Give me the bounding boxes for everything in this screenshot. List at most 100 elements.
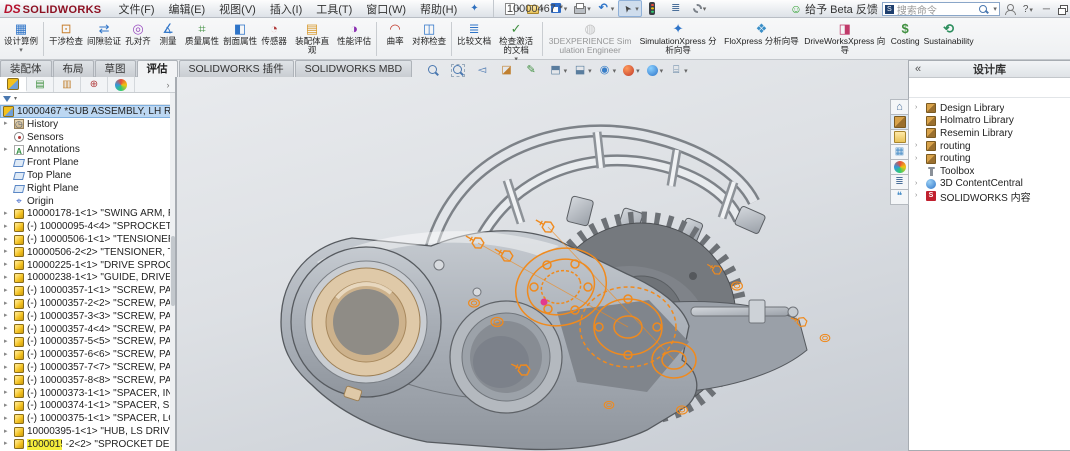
tree-item[interactable]: ▸ (-) 10000375-1<1> "SPACER, LONG O: [0, 412, 175, 425]
ribbon-button[interactable]: 干涉检查 ▾: [47, 20, 85, 55]
heads-up-button[interactable]: ▾: [572, 63, 593, 78]
command-tab[interactable]: 布局: [52, 60, 94, 77]
expand-arrow-icon[interactable]: ›: [915, 178, 922, 190]
help-button[interactable]: ?▾: [1020, 4, 1036, 15]
design-library-item[interactable]: › SOLIDWORKS 内容: [909, 190, 1070, 203]
command-tab[interactable]: SOLIDWORKS 插件: [178, 60, 294, 77]
task-pane-tab[interactable]: [890, 129, 909, 145]
heads-up-button[interactable]: ▾: [450, 63, 471, 78]
tree-item[interactable]: ▸ 10000395-1<1> "HUB, LS DRIVE SPRC: [0, 425, 175, 438]
expand-arrow-icon[interactable]: ▸: [4, 310, 11, 322]
panel-flyout-arrow-icon[interactable]: ›: [161, 77, 175, 92]
tree-item[interactable]: ▸ Right Plane: [0, 182, 175, 195]
ribbon-button[interactable]: 孔对齐 ▾: [123, 20, 153, 55]
heads-up-button[interactable]: ▾: [425, 63, 446, 78]
ribbon-button[interactable]: Costing ▾: [889, 20, 922, 55]
dropdown-caret-icon[interactable]: ▾: [564, 67, 568, 75]
ribbon-button[interactable]: 曲率 ▾: [380, 20, 410, 55]
heads-up-button[interactable]: ▾: [621, 63, 641, 78]
expand-arrow-icon[interactable]: ▸: [4, 144, 11, 156]
task-pane-tab[interactable]: [890, 159, 909, 175]
tree-item[interactable]: ▸ Top Plane: [0, 169, 175, 182]
design-library-item[interactable]: › routing: [909, 152, 1070, 165]
tree-item[interactable]: ▸ Front Plane: [0, 156, 175, 169]
design-library-item[interactable]: › 3D ContentCentral: [909, 178, 1070, 191]
ribbon-button[interactable]: 间隙验证 ▾: [85, 20, 123, 55]
dropdown-caret-icon[interactable]: ▾: [636, 67, 640, 75]
expand-arrow-icon[interactable]: ▸: [4, 349, 11, 361]
tree-item[interactable]: ▸ Sensors: [0, 131, 175, 144]
ribbon-button[interactable]: 装配体直观 ▾: [289, 20, 335, 64]
menu-item[interactable]: 文件(F): [111, 1, 161, 17]
design-library-tool[interactable]: [1041, 81, 1054, 94]
dropdown-caret-icon[interactable]: ▾: [684, 67, 688, 75]
expand-arrow-icon[interactable]: ›: [915, 140, 922, 152]
restore-button[interactable]: [1057, 4, 1068, 15]
design-library-tool[interactable]: [1023, 81, 1036, 94]
quick-access-button[interactable]: ▾: [595, 1, 617, 16]
tree-item[interactable]: ▸ (-) 10000357-3<3> "SCREW, PARTICLE: [0, 310, 175, 323]
expand-arrow-icon[interactable]: ▸: [4, 426, 11, 438]
ribbon-button[interactable]: 3DEXPERIENCE Simulation Engineer ▾: [546, 20, 634, 64]
expand-arrow-icon[interactable]: ▸: [4, 208, 11, 220]
ribbon-button[interactable]: SimulationXpress 分析向导 ▾: [634, 20, 722, 64]
ribbon-button[interactable]: Sustainability ▾: [922, 20, 976, 55]
menu-item[interactable]: 帮助(H): [413, 1, 464, 17]
heads-up-button[interactable]: ▾: [668, 63, 689, 78]
task-pane-tab[interactable]: [890, 114, 909, 130]
expand-arrow-icon[interactable]: ▸: [4, 374, 11, 386]
command-tab[interactable]: 装配体: [0, 60, 52, 77]
tree-item[interactable]: ▸ 10000238-1<1> "GUIDE, DRIVE TRACI: [0, 272, 175, 285]
ribbon-button[interactable]: 设计算例 ▾: [2, 20, 40, 55]
expand-arrow-icon[interactable]: ▸: [4, 362, 11, 374]
tree-item[interactable]: ▸ (-) 10000095-4<4> "SPROCKET, 45 TC: [0, 220, 175, 233]
design-library-tool[interactable]: [969, 81, 982, 94]
design-library-tool[interactable]: [915, 81, 928, 94]
tree-item[interactable]: ▸ (-) 10000357-7<7> "SCREW, PARTICLE: [0, 361, 175, 374]
ribbon-button[interactable]: ▾: [542, 22, 544, 56]
design-library-item[interactable]: › routing: [909, 140, 1070, 153]
expand-arrow-icon[interactable]: ›: [915, 102, 922, 114]
user-account-icon[interactable]: [1004, 3, 1017, 15]
task-pane-tab[interactable]: [890, 174, 909, 190]
scrollbar-thumb[interactable]: [170, 236, 175, 307]
ribbon-button[interactable]: 检查激活的文档 ▾: [493, 20, 539, 64]
command-tab[interactable]: 草图: [94, 60, 136, 77]
ribbon-button[interactable]: 剖面属性 ▾: [221, 20, 259, 55]
ribbon-button[interactable]: 比较文档 ▾: [455, 20, 493, 55]
dropdown-caret-icon[interactable]: ▾: [660, 67, 664, 75]
feature-manager-tab[interactable]: [81, 77, 108, 92]
tree-item[interactable]: ▸ Origin: [0, 195, 175, 208]
tree-item[interactable]: ▸ (-) 10000373-1<1> "SPACER, INNER D: [0, 387, 175, 400]
expand-arrow-icon[interactable]: ›: [915, 153, 922, 165]
tree-item[interactable]: ▸ 10000225-1<1> "DRIVE SPROCKET, TI: [0, 259, 175, 272]
expand-arrow-icon[interactable]: ▸: [4, 323, 11, 335]
quick-access-button[interactable]: ▾: [571, 1, 593, 16]
expand-arrow-icon[interactable]: ▸: [4, 413, 11, 425]
expand-arrow-icon[interactable]: ▸: [4, 234, 11, 246]
expand-arrow-icon[interactable]: ▸: [4, 387, 11, 399]
tree-item[interactable]: ▸ (-) 10000357-1<1> "SCREW, PARTICLE: [0, 284, 175, 297]
design-library-item[interactable]: › Design Library: [909, 102, 1070, 115]
dropdown-caret-icon[interactable]: ▾: [19, 46, 23, 54]
design-library-item[interactable]: › Toolbox: [909, 165, 1070, 178]
feature-manager-tab[interactable]: [0, 77, 27, 92]
ribbon-button[interactable]: ▾: [43, 22, 45, 56]
viewport-window-button[interactable]: [839, 63, 852, 75]
task-pane-tab[interactable]: [890, 144, 909, 160]
heads-up-button[interactable]: ▾: [499, 63, 520, 78]
feature-manager-tab[interactable]: [27, 77, 54, 92]
ribbon-button[interactable]: 质量属性 ▾: [183, 20, 221, 55]
design-library-item[interactable]: › Resemin Library: [909, 127, 1070, 140]
task-pane-tab[interactable]: [890, 99, 909, 115]
dropdown-caret-icon[interactable]: ▾: [611, 5, 615, 13]
expand-arrow-icon[interactable]: ▸: [4, 259, 11, 271]
graphics-area[interactable]: ▾ ▾ ▾ ▾ ▾ ▾ ▾ ▾ ▾ ▾ ▾: [176, 60, 908, 451]
quick-access-button[interactable]: ▾: [691, 2, 709, 15]
filter-caret-icon[interactable]: ▾: [14, 95, 17, 102]
quick-access-button[interactable]: ▾: [667, 1, 689, 16]
expand-arrow-icon[interactable]: ▸: [4, 118, 11, 130]
ribbon-button[interactable]: ▾: [376, 22, 378, 56]
design-library-item[interactable]: › Holmatro Library: [909, 115, 1070, 128]
heads-up-button[interactable]: ▾: [645, 63, 665, 78]
